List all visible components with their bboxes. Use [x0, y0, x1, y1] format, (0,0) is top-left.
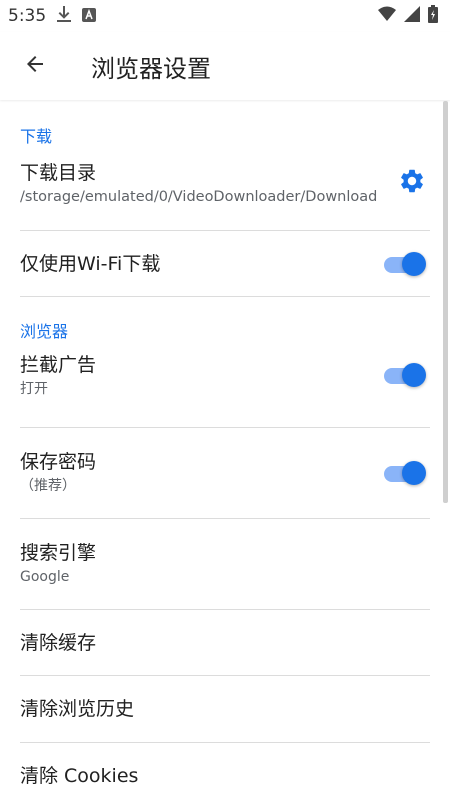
back-button[interactable]	[11, 42, 59, 90]
wifi-only-title: 仅使用Wi-Fi下载	[20, 252, 161, 275]
clear-cookies-label: 清除 Cookies	[20, 765, 139, 787]
save-password-note: （推荐）	[20, 478, 76, 494]
section-header-download: 下载	[20, 127, 53, 146]
gear-icon	[398, 167, 426, 199]
block-ads-status: 打开	[20, 381, 48, 397]
download-icon	[56, 5, 72, 27]
download-directory-row[interactable]: 下载目录 /storage/emulated/0/VideoDownloader…	[20, 159, 430, 231]
status-time: 5:35	[8, 6, 47, 26]
save-password-row[interactable]: 保存密码 （推荐）	[20, 428, 430, 519]
cell-signal-icon	[404, 6, 420, 26]
wifi-only-toggle[interactable]	[384, 251, 426, 276]
a-icon	[82, 7, 97, 26]
save-password-toggle[interactable]	[384, 461, 426, 485]
search-engine-title: 搜索引擎	[20, 542, 97, 564]
app-bar: 浏览器设置	[0, 32, 450, 100]
scrollbar[interactable]	[443, 101, 448, 503]
block-ads-title: 拦截广告	[20, 354, 97, 376]
section-header-browser: 浏览器	[20, 322, 69, 341]
clear-cache-label: 清除缓存	[20, 631, 97, 654]
arrow-left-icon	[23, 52, 47, 80]
clear-history-label: 清除浏览历史	[20, 698, 135, 720]
settings-list[interactable]: 下载 下载目录 /storage/emulated/0/VideoDownloa…	[0, 101, 450, 800]
download-directory-title: 下载目录	[20, 162, 97, 184]
clear-cache-row[interactable]: 清除缓存	[20, 610, 430, 676]
battery-icon	[428, 5, 438, 27]
block-ads-toggle[interactable]	[384, 363, 426, 387]
search-engine-row[interactable]: 搜索引擎 Google	[20, 519, 430, 610]
clear-history-row[interactable]: 清除浏览历史	[20, 676, 430, 743]
wifi-only-row[interactable]: 仅使用Wi-Fi下载	[20, 231, 430, 297]
download-directory-path: /storage/emulated/0/VideoDownloader/Down…	[20, 189, 378, 205]
search-engine-value: Google	[20, 569, 70, 585]
wifi-icon	[378, 6, 396, 26]
status-bar: 5:35	[0, 0, 450, 32]
save-password-title: 保存密码	[20, 451, 97, 473]
block-ads-row[interactable]: 拦截广告 打开	[20, 353, 430, 428]
page-title: 浏览器设置	[91, 54, 211, 83]
directory-settings-button[interactable]	[396, 167, 428, 199]
clear-cookies-row[interactable]: 清除 Cookies	[20, 743, 430, 800]
